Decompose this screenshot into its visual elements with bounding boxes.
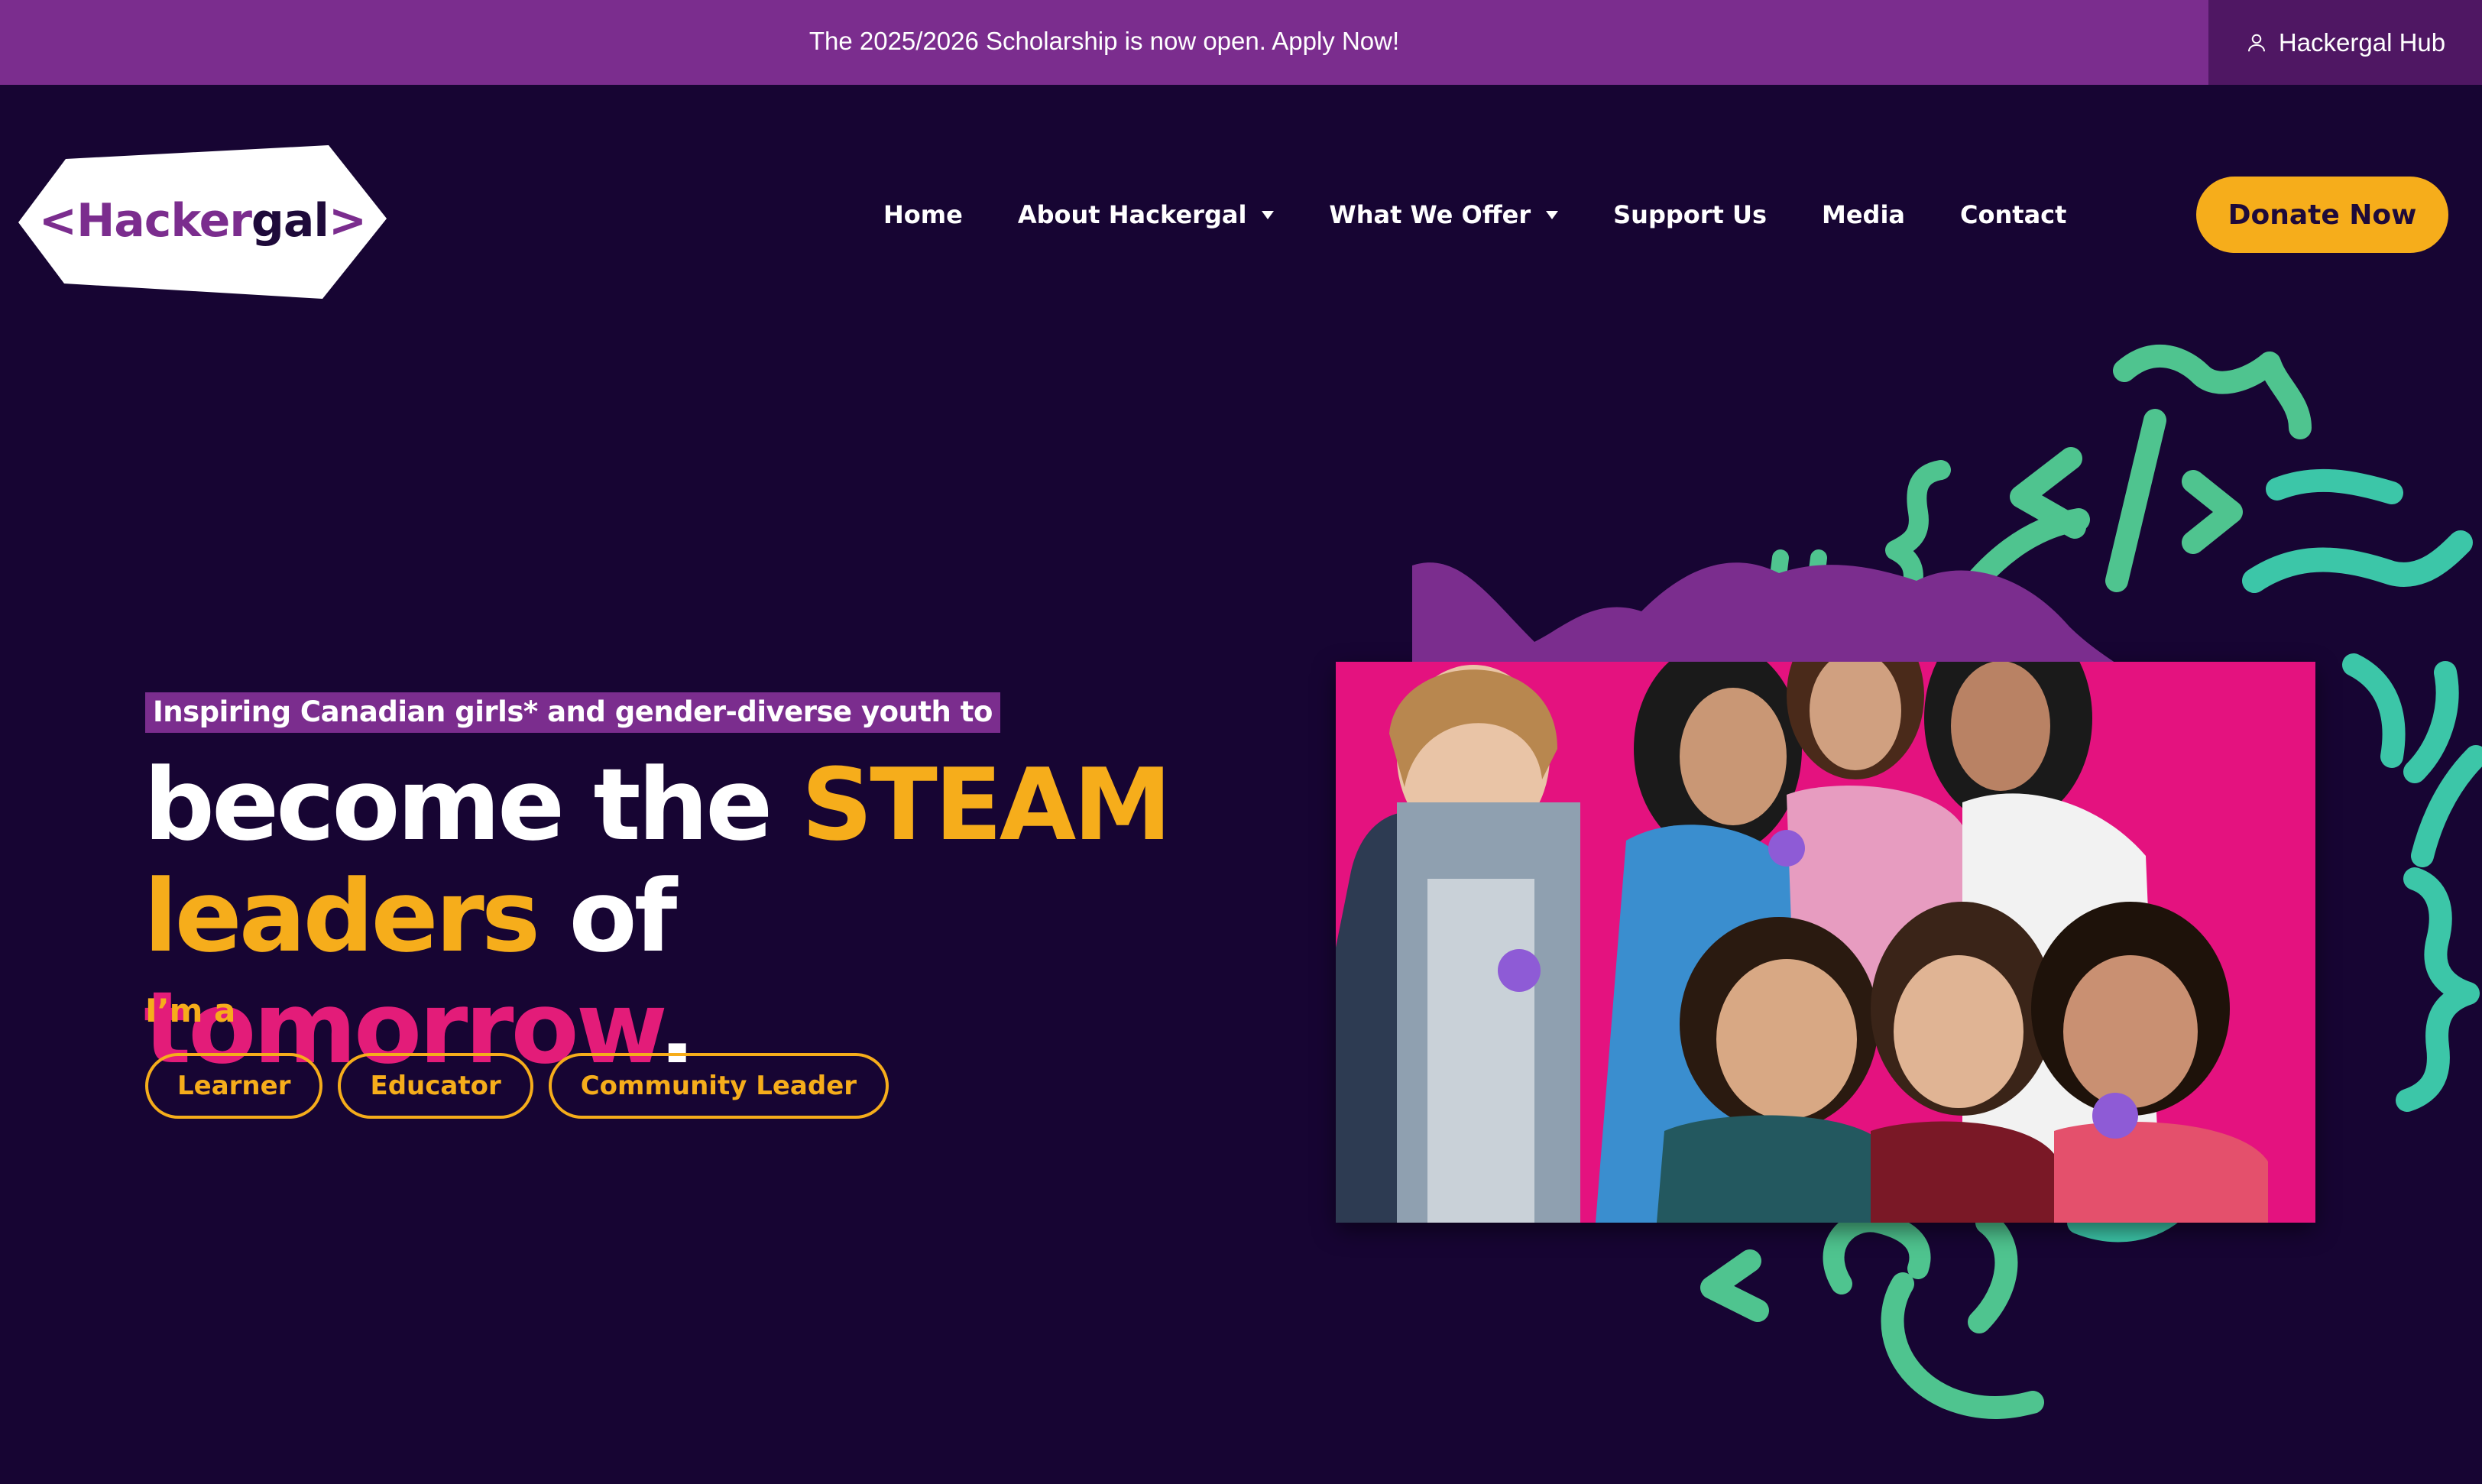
logo-bracket-left: <	[38, 193, 77, 248]
nav-item-label: What We Offer	[1329, 200, 1531, 229]
logo-wordmark: < Hacker gal >	[18, 142, 387, 299]
hackergal-hub-button[interactable]: Hackergal Hub	[2208, 0, 2482, 85]
nav-item-label: Support Us	[1613, 200, 1767, 229]
role-learner-button[interactable]: Learner	[145, 1053, 323, 1119]
role-prompt: I’m a	[145, 992, 236, 1029]
donate-now-button[interactable]: Donate Now	[2196, 177, 2448, 253]
headline-steam: STEAM	[801, 747, 1172, 863]
main-nav: Home About Hackergal What We Offer Suppo…	[883, 183, 2066, 246]
logo-name-hacker: Hacker	[76, 193, 252, 248]
nav-item-label: About Hackergal	[1017, 200, 1247, 229]
caret-down-icon	[1262, 210, 1275, 219]
nav-item-home[interactable]: Home	[883, 200, 963, 229]
nav-item-label: Media	[1822, 200, 1906, 229]
nav-item-media[interactable]: Media	[1822, 200, 1905, 229]
hub-label: Hackergal Hub	[2278, 28, 2446, 57]
nav-item-what-we-offer[interactable]: What We Offer	[1329, 200, 1559, 229]
headline-of: of	[537, 858, 677, 974]
caret-down-icon	[1546, 210, 1559, 219]
headline-leaders: leaders	[144, 858, 540, 974]
nav-item-label: Home	[883, 200, 963, 229]
user-icon	[2247, 34, 2265, 51]
headline-become-the: become the	[144, 747, 802, 863]
role-educator-button[interactable]: Educator	[338, 1053, 533, 1119]
logo-bracket-right: >	[328, 193, 367, 248]
logo-name-gal: gal	[251, 193, 329, 248]
announcement-bar: The 2025/2026 Scholarship is now open. A…	[0, 0, 2482, 85]
hackergal-logo[interactable]: < Hacker gal >	[18, 142, 387, 299]
role-community-leader-button[interactable]: Community Leader	[548, 1053, 889, 1119]
group-photo-image	[1336, 562, 2315, 1223]
hero-headline: become the STEAM leaders of tomorrow.	[144, 749, 1213, 1084]
nav-item-support-us[interactable]: Support Us	[1613, 200, 1767, 229]
nav-item-about-hackergal[interactable]: About Hackergal	[1018, 200, 1275, 229]
role-selector: Learner Educator Community Leader	[145, 1053, 889, 1119]
scholarship-announcement-link[interactable]: The 2025/2026 Scholarship is now open. A…	[0, 0, 2208, 85]
nav-item-contact[interactable]: Contact	[1960, 200, 2066, 229]
nav-item-label: Contact	[1960, 200, 2067, 229]
hero-tagline: Inspiring Canadian girls* and gender-div…	[145, 692, 1000, 733]
